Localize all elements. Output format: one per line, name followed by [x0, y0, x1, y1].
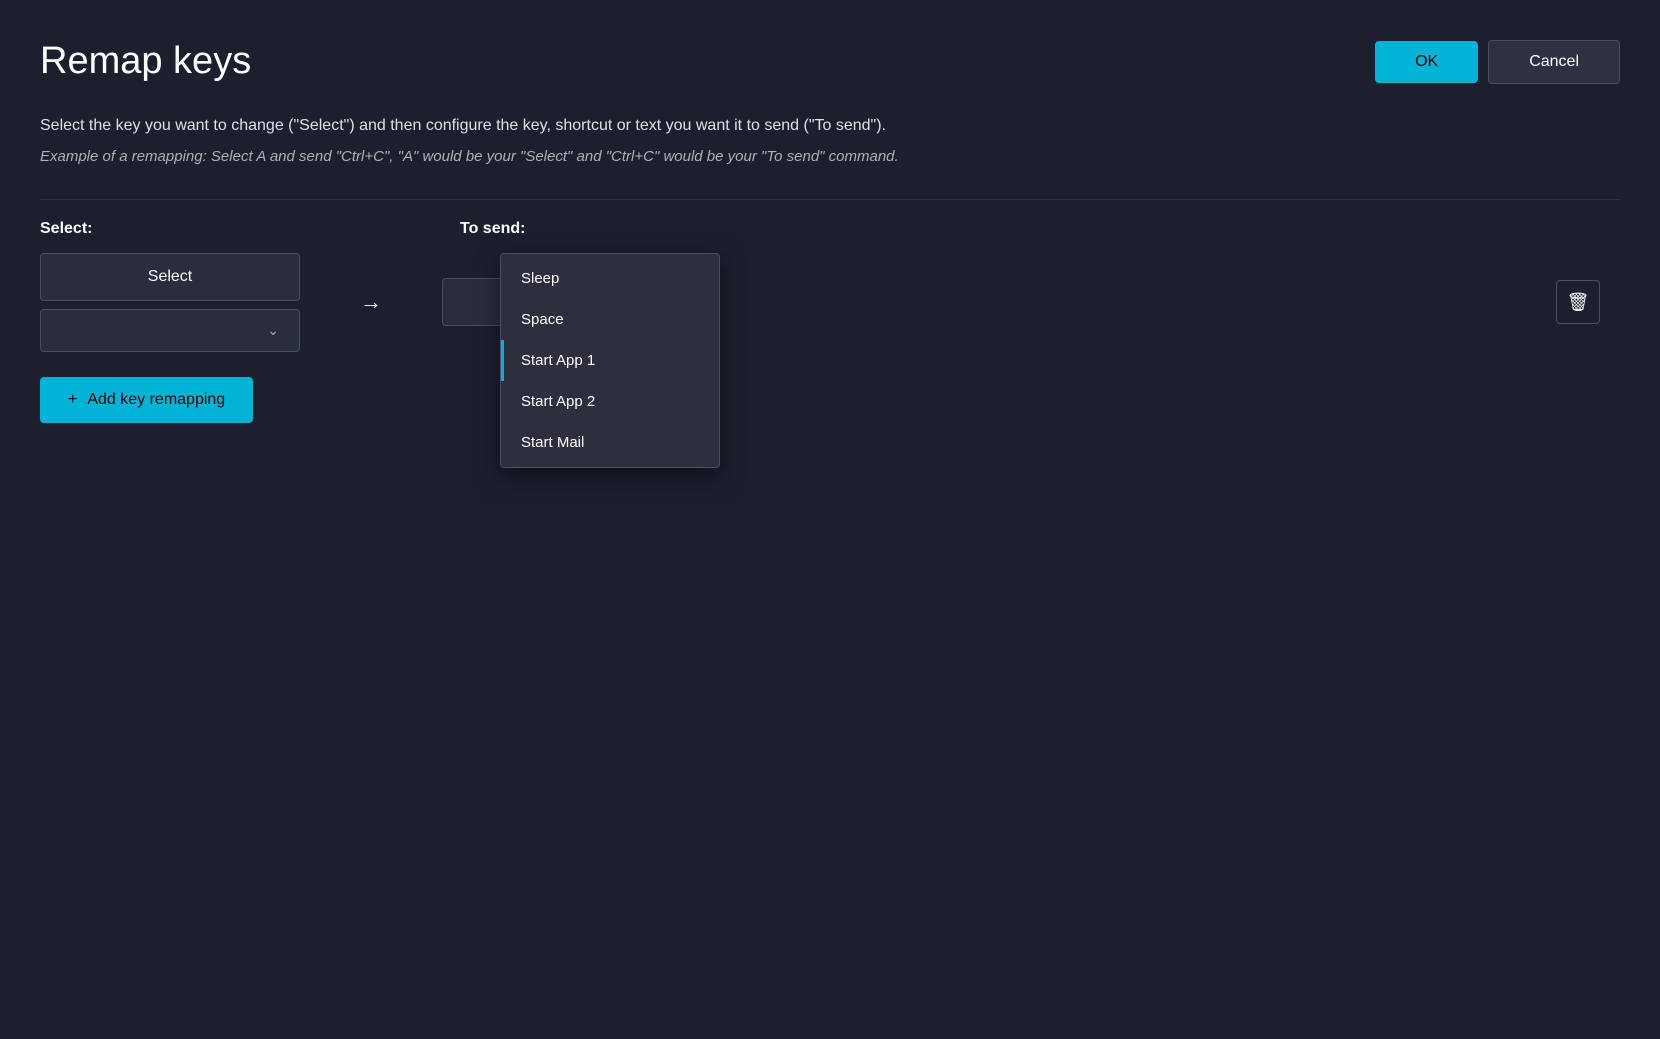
dialog-title: Remap keys: [40, 40, 251, 83]
add-key-remapping-label: Add key remapping: [87, 391, 225, 409]
remapping-row: Select ⌄ → Select 🗑: [40, 253, 1620, 352]
arrow-right-icon: →: [360, 289, 382, 315]
dropdown-menu: Sleep Space Start App 1 Start App 2 Star…: [500, 253, 720, 468]
ok-button[interactable]: OK: [1375, 41, 1478, 83]
add-key-remapping-button[interactable]: + Add key remapping: [40, 377, 253, 423]
dropdown-item-sleep[interactable]: Sleep: [501, 258, 719, 299]
dropdown-toggle[interactable]: ⌄: [40, 309, 300, 352]
chevron-down-icon: ⌄: [267, 322, 279, 339]
trash-icon: 🗑: [1567, 292, 1590, 313]
tosend-column-label: To send:: [460, 220, 1620, 238]
dialog-header: Remap keys OK Cancel: [40, 40, 1620, 84]
description-italic-text: Example of a remapping: Select A and sen…: [40, 146, 1620, 169]
remapping-row-container: Select ⌄ → Select 🗑 Sleep Space Start Ap…: [40, 253, 1620, 352]
dropdown-item-space[interactable]: Space: [501, 299, 719, 340]
select-key-button[interactable]: Select: [40, 253, 300, 301]
delete-remapping-button[interactable]: 🗑: [1556, 280, 1600, 324]
description-text: Select the key you want to change ("Sele…: [40, 114, 1620, 138]
columns-header: Select: To send:: [40, 220, 1620, 238]
select-column-label: Select:: [40, 220, 460, 238]
header-buttons: OK Cancel: [1375, 40, 1620, 84]
dropdown-item-start-app-2[interactable]: Start App 2: [501, 381, 719, 422]
select-column: Select ⌄: [40, 253, 300, 352]
dropdown-item-start-mail[interactable]: Start Mail: [501, 422, 719, 463]
remap-keys-dialog: Remap keys OK Cancel Select the key you …: [0, 0, 1660, 1039]
dropdown-item-start-app-1[interactable]: Start App 1: [501, 340, 719, 381]
plus-icon: +: [68, 391, 77, 409]
cancel-button[interactable]: Cancel: [1488, 40, 1620, 84]
divider: [40, 199, 1620, 200]
